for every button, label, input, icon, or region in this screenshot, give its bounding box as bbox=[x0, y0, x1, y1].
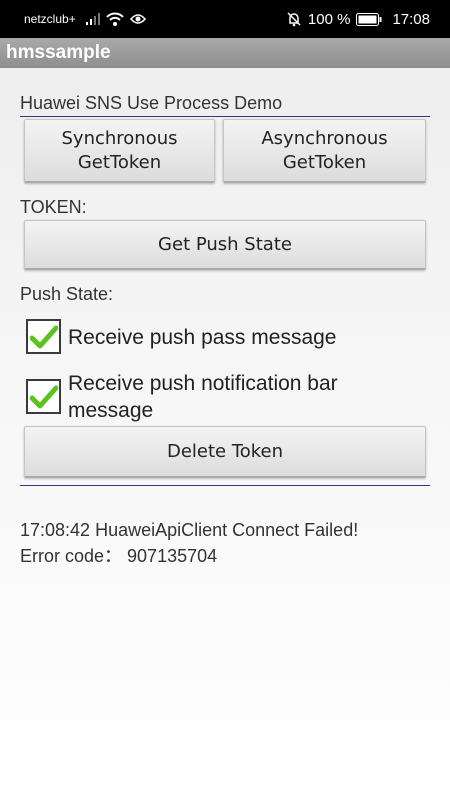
sync-gettoken-button[interactable]: Synchronous GetToken bbox=[24, 119, 215, 183]
notification-bar-checkbox[interactable] bbox=[26, 379, 61, 414]
app-title: hmssample bbox=[6, 42, 111, 63]
section-title: Huawei SNS Use Process Demo bbox=[20, 93, 283, 113]
token-label: TOKEN: bbox=[20, 197, 87, 217]
sync-gettoken-label: Synchronous GetToken bbox=[61, 127, 178, 173]
signal-icon bbox=[85, 13, 100, 25]
log-line-error-code: Error code： 907135704 bbox=[20, 546, 218, 566]
wifi-icon bbox=[105, 12, 124, 26]
bottom-divider bbox=[20, 485, 430, 486]
get-push-state-label: Get Push State bbox=[158, 233, 292, 255]
delete-token-label: Delete Token bbox=[166, 440, 284, 462]
log-output: 17:08:42 HuaweiApiClient Connect Failed!… bbox=[20, 517, 358, 569]
async-gettoken-label: Asynchronous GetToken bbox=[261, 127, 388, 173]
get-push-state-button[interactable]: Get Push State bbox=[24, 220, 426, 270]
battery-percent: 100 % bbox=[307, 10, 351, 28]
notification-bar-label[interactable]: Receive push notification bar message bbox=[68, 370, 408, 424]
checkbox-row-pass-message: Receive push pass message bbox=[26, 319, 408, 354]
battery-icon bbox=[356, 12, 382, 26]
carrier-name: netzclub+ bbox=[24, 12, 76, 26]
eye-icon bbox=[129, 13, 146, 25]
clock: 17:08 bbox=[392, 10, 430, 28]
status-bar: netzclub+ 100 % 17:08 bbox=[0, 0, 450, 38]
log-line-connect-failed: 17:08:42 HuaweiApiClient Connect Failed! bbox=[20, 520, 359, 540]
app-bar: hmssample bbox=[0, 38, 450, 68]
checkbox-row-notification-bar: Receive push notification bar message bbox=[26, 370, 408, 424]
mute-icon bbox=[286, 11, 302, 27]
checkmark-icon bbox=[29, 325, 58, 348]
delete-token-button[interactable]: Delete Token bbox=[24, 426, 426, 478]
checkmark-icon bbox=[29, 385, 58, 408]
pass-message-label[interactable]: Receive push pass message bbox=[68, 324, 408, 351]
async-gettoken-button[interactable]: Asynchronous GetToken bbox=[223, 119, 426, 183]
top-divider bbox=[20, 116, 430, 117]
push-state-label: Push State: bbox=[20, 284, 114, 304]
pass-message-checkbox[interactable] bbox=[26, 319, 61, 354]
